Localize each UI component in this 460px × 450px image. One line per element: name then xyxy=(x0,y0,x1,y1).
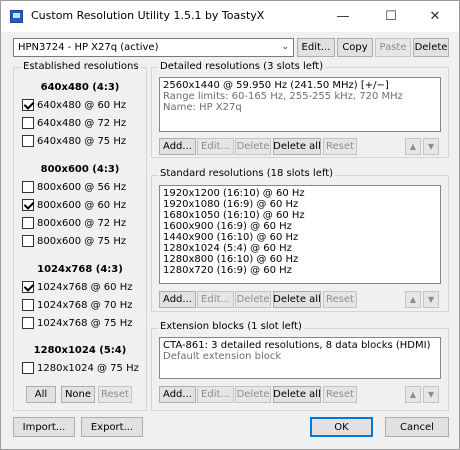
established-640x480-75-row[interactable]: 640x480 @ 75 Hz xyxy=(22,135,126,147)
crutility-window: Custom Resolution Utility 1.5.1 by Toast… xyxy=(0,0,460,450)
detailed-delete-button[interactable]: Delete xyxy=(235,138,271,155)
checkbox[interactable] xyxy=(22,281,34,293)
established-heading-800x600: 800x600 (4:3) xyxy=(40,164,120,175)
edit-monitor-button[interactable]: Edit... xyxy=(297,38,335,57)
detailed-add-button[interactable]: Add... xyxy=(159,138,196,155)
extension-add-button[interactable]: Add... xyxy=(159,386,196,403)
list-item[interactable]: 1280x720 (16:9) @ 60 Hz xyxy=(160,265,440,276)
checkbox[interactable] xyxy=(22,135,34,147)
detailed-move-up-button[interactable]: ▲ xyxy=(405,138,421,155)
established-reset-button[interactable]: Reset xyxy=(98,386,132,403)
standard-reset-button[interactable]: Reset xyxy=(323,291,357,308)
close-button[interactable]: ✕ xyxy=(415,1,455,32)
extension-move-down-button[interactable]: ▼ xyxy=(423,386,439,403)
import-button[interactable]: Import... xyxy=(13,417,75,437)
detailed-reset-button[interactable]: Reset xyxy=(323,138,357,155)
established-640x480-60-row[interactable]: 640x480 @ 60 Hz xyxy=(22,99,126,111)
standard-resolutions-list[interactable]: 1920x1200 (16:10) @ 60 Hz 1920x1080 (16:… xyxy=(159,185,441,284)
paste-monitor-button[interactable]: Paste xyxy=(375,38,411,57)
detailed-delete-all-button[interactable]: Delete all xyxy=(273,138,321,155)
extension-blocks-list[interactable]: CTA-861: 3 detailed resolutions, 8 data … xyxy=(159,337,441,379)
standard-add-button[interactable]: Add... xyxy=(159,291,196,308)
standard-edit-button[interactable]: Edit... xyxy=(197,291,234,308)
checkbox[interactable] xyxy=(22,199,34,211)
standard-resolutions-title: Standard resolutions (18 slots left) xyxy=(158,168,336,179)
established-1024x768-60-row[interactable]: 1024x768 @ 60 Hz xyxy=(22,281,132,293)
detailed-move-down-button[interactable]: ▼ xyxy=(423,138,439,155)
list-item[interactable]: CTA-861: 3 detailed resolutions, 8 data … xyxy=(160,340,440,351)
established-resolutions-title: Established resolutions xyxy=(21,61,141,72)
list-item: Range limits: 60-165 Hz, 255-255 kHz, 72… xyxy=(163,91,403,102)
extension-move-up-button[interactable]: ▲ xyxy=(405,386,421,403)
list-item[interactable]: 1280x1024 (5:4) @ 60 Hz xyxy=(160,243,440,254)
delete-monitor-button[interactable]: Delete xyxy=(413,38,449,57)
established-1024x768-70-row[interactable]: 1024x768 @ 70 Hz xyxy=(22,299,132,311)
checkbox[interactable] xyxy=(22,317,34,329)
standard-delete-all-button[interactable]: Delete all xyxy=(273,291,321,308)
extension-blocks-title: Extension blocks (1 slot left) xyxy=(158,321,304,332)
list-item[interactable]: 1600x900 (16:9) @ 60 Hz xyxy=(160,221,440,232)
detailed-edit-button[interactable]: Edit... xyxy=(197,138,234,155)
monitor-dropdown-value: HPN3724 - HP X27q (active) xyxy=(18,42,159,53)
standard-move-up-button[interactable]: ▲ xyxy=(405,291,421,308)
copy-monitor-button[interactable]: Copy xyxy=(337,38,373,57)
established-640x480-72-row[interactable]: 640x480 @ 72 Hz xyxy=(22,117,126,129)
established-heading-1280x1024: 1280x1024 (5:4) xyxy=(33,345,127,356)
checkbox[interactable] xyxy=(22,217,34,229)
extension-delete-all-button[interactable]: Delete all xyxy=(273,386,321,403)
checkbox[interactable] xyxy=(22,181,34,193)
list-item[interactable]: 2560x1440 @ 59.950 Hz (241.50 MHz) [+/−] xyxy=(160,80,440,91)
detailed-resolutions-list[interactable]: 2560x1440 @ 59.950 Hz (241.50 MHz) [+/−]… xyxy=(159,77,441,132)
established-800x600-60-row[interactable]: 800x600 @ 60 Hz xyxy=(22,199,126,211)
window-title: Custom Resolution Utility 1.5.1 by Toast… xyxy=(31,9,265,22)
detailed-resolutions-title: Detailed resolutions (3 slots left) xyxy=(158,61,326,72)
checkbox[interactable] xyxy=(22,362,34,374)
list-item[interactable]: 1920x1200 (16:10) @ 60 Hz xyxy=(160,188,440,199)
list-item[interactable]: 1680x1050 (16:10) @ 60 Hz xyxy=(160,210,440,221)
established-all-button[interactable]: All xyxy=(26,386,56,403)
established-none-button[interactable]: None xyxy=(61,386,95,403)
extension-reset-button[interactable]: Reset xyxy=(323,386,357,403)
list-item[interactable]: 1280x800 (16:10) @ 60 Hz xyxy=(160,254,440,265)
established-800x600-56-row[interactable]: 800x600 @ 56 Hz xyxy=(22,181,126,193)
checkbox[interactable] xyxy=(22,235,34,247)
maximize-button[interactable]: ☐ xyxy=(371,1,411,32)
checkbox[interactable] xyxy=(22,117,34,129)
established-heading-1024x768: 1024x768 (4:3) xyxy=(37,264,123,275)
list-item[interactable]: 1920x1080 (16:9) @ 60 Hz xyxy=(160,199,440,210)
ok-button[interactable]: OK xyxy=(310,417,373,437)
list-item: Name: HP X27q xyxy=(163,102,242,113)
checkbox[interactable] xyxy=(22,99,34,111)
standard-move-down-button[interactable]: ▼ xyxy=(423,291,439,308)
monitor-dropdown[interactable]: HPN3724 - HP X27q (active) ⌄ xyxy=(13,38,294,57)
list-item[interactable]: 1440x900 (16:10) @ 60 Hz xyxy=(160,232,440,243)
established-1280x1024-75-row[interactable]: 1280x1024 @ 75 Hz xyxy=(22,362,139,374)
standard-delete-button[interactable]: Delete xyxy=(235,291,271,308)
chevron-down-icon: ⌄ xyxy=(281,42,289,52)
export-button[interactable]: Export... xyxy=(81,417,143,437)
established-1024x768-75-row[interactable]: 1024x768 @ 75 Hz xyxy=(22,317,132,329)
title-bar: Custom Resolution Utility 1.5.1 by Toast… xyxy=(1,1,459,32)
established-heading-640x480: 640x480 (4:3) xyxy=(40,82,120,93)
minimize-button[interactable]: — xyxy=(323,1,363,32)
app-monitor-icon xyxy=(10,10,23,23)
extension-edit-button[interactable]: Edit... xyxy=(197,386,234,403)
established-800x600-72-row[interactable]: 800x600 @ 72 Hz xyxy=(22,217,126,229)
list-item: Default extension block xyxy=(163,351,282,362)
established-800x600-75-row[interactable]: 800x600 @ 75 Hz xyxy=(22,235,126,247)
checkbox[interactable] xyxy=(22,299,34,311)
cancel-button[interactable]: Cancel xyxy=(385,417,449,437)
extension-delete-button[interactable]: Delete xyxy=(235,386,271,403)
